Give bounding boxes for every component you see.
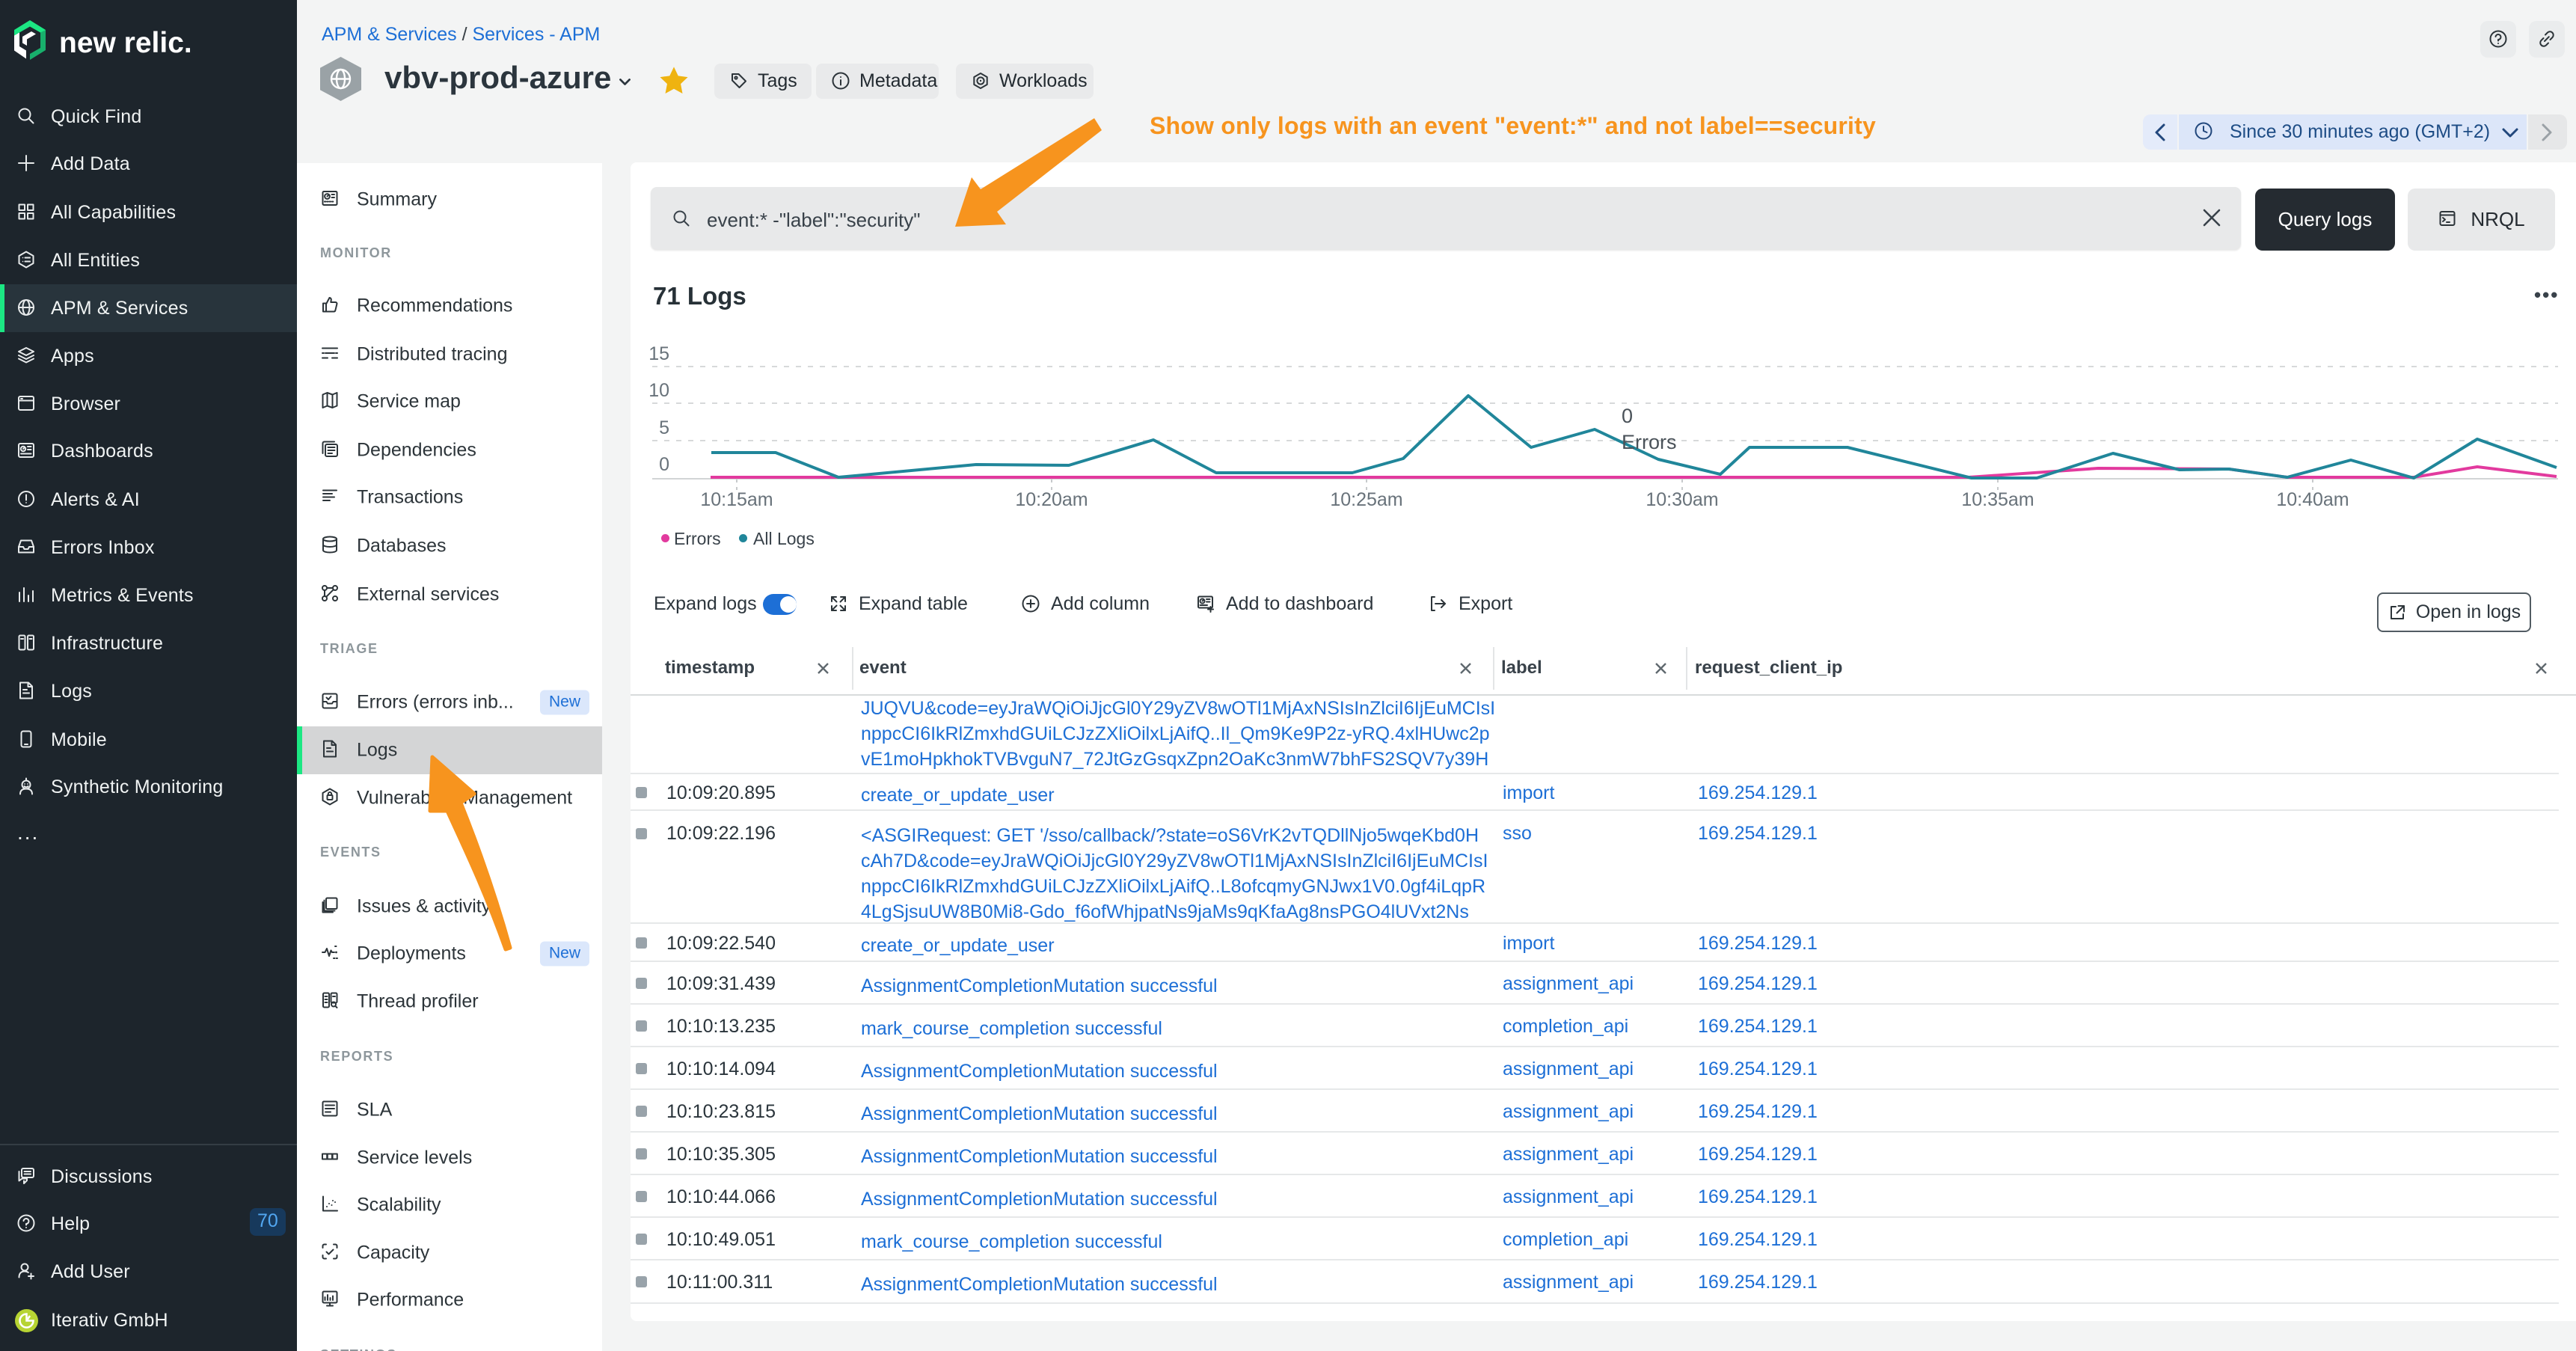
- svg-text:10:15am: 10:15am: [700, 489, 773, 510]
- svg-text:10:20am: 10:20am: [1015, 489, 1088, 510]
- svg-text:0: 0: [1622, 405, 1633, 427]
- svg-text:0: 0: [659, 454, 669, 475]
- svg-text:5: 5: [659, 417, 669, 438]
- svg-text:10:30am: 10:30am: [1646, 489, 1718, 510]
- svg-text:15: 15: [648, 343, 669, 364]
- svg-text:10: 10: [648, 380, 669, 401]
- svg-text:Errors: Errors: [1622, 431, 1677, 453]
- svg-text:10:40am: 10:40am: [2276, 489, 2349, 510]
- svg-text:10:25am: 10:25am: [1330, 489, 1402, 510]
- svg-text:10:35am: 10:35am: [1961, 489, 2034, 510]
- svg-text:new relic.: new relic.: [59, 27, 192, 59]
